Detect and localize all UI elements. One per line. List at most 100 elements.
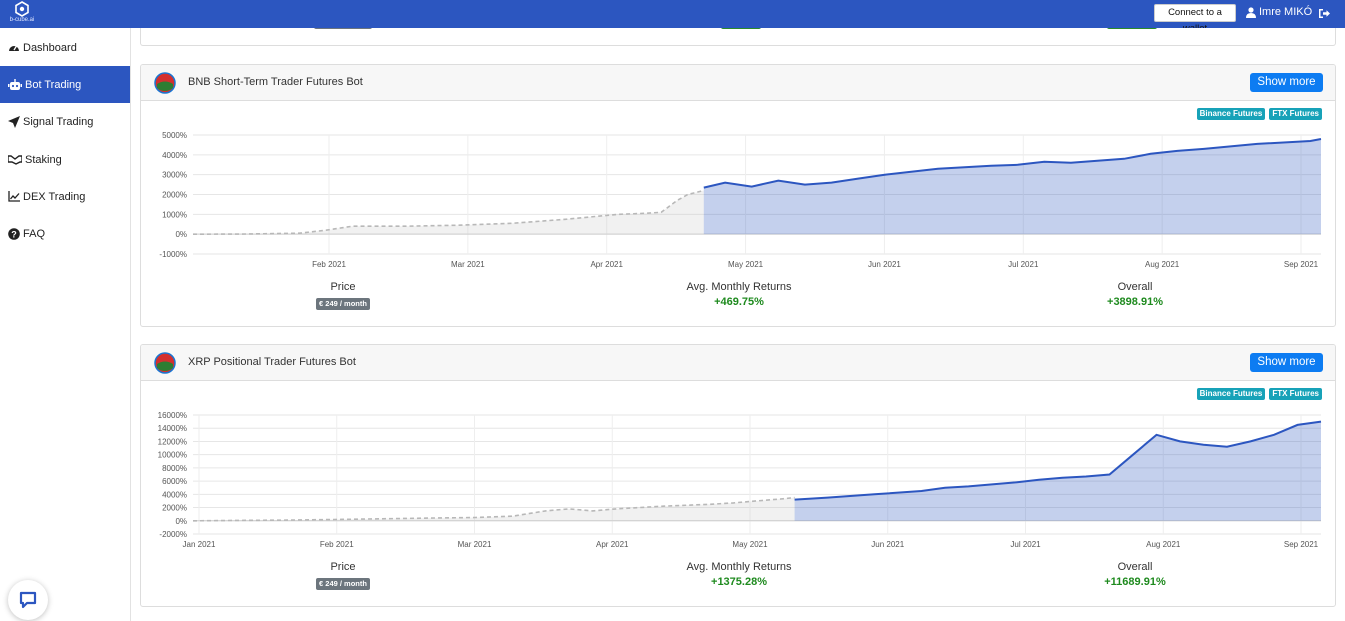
returns-label: Avg. Monthly Returns xyxy=(686,281,792,293)
sidebar-item-label: Bot Trading xyxy=(25,78,82,91)
bot-card-header: BNB Short-Term Trader Futures Bot Show m… xyxy=(141,65,1335,101)
cube-logo-icon xyxy=(15,1,29,17)
x-tick-label: Sep 2021 xyxy=(1284,540,1319,549)
bot-card: XRP Positional Trader Futures Bot Show m… xyxy=(140,344,1336,607)
y-tick-label: 0% xyxy=(175,517,187,526)
user-name: Imre MIKÓ xyxy=(1259,6,1313,18)
returns-value xyxy=(721,28,761,29)
y-tick-label: 2000% xyxy=(162,504,187,513)
show-more-button[interactable]: Show more xyxy=(1250,353,1323,372)
backtest-area xyxy=(193,497,795,521)
sidebar-item-dashboard[interactable]: Dashboard xyxy=(0,29,130,66)
paper-plane-icon xyxy=(8,115,20,128)
y-tick-label: 2000% xyxy=(162,191,187,200)
x-tick-label: Jan 2021 xyxy=(183,540,216,549)
handshake-icon xyxy=(8,155,22,165)
sidebar-item-staking[interactable]: Staking xyxy=(0,141,130,178)
robot-icon xyxy=(8,78,22,90)
sidebar: Dashboard Bot Trading Signal Trading Sta… xyxy=(0,28,131,621)
line-chart-icon xyxy=(8,191,20,202)
price-label: Price xyxy=(330,281,356,293)
y-tick-label: -1000% xyxy=(159,250,187,259)
y-tick-label: 3000% xyxy=(162,171,187,180)
sidebar-item-dex-trading[interactable]: DEX Trading xyxy=(0,178,130,215)
overall-stat: Overall +3898.91% xyxy=(1035,281,1235,308)
price-badge xyxy=(314,28,372,29)
y-tick-label: 12000% xyxy=(158,437,187,446)
bot-title: XRP Positional Trader Futures Bot xyxy=(188,356,356,368)
x-tick-label: May 2021 xyxy=(732,540,768,549)
y-tick-label: 16000% xyxy=(158,411,187,420)
sidebar-item-signal-trading[interactable]: Signal Trading xyxy=(0,103,130,140)
y-tick-label: 4000% xyxy=(162,151,187,160)
x-tick-label: Apr 2021 xyxy=(596,540,629,549)
logout-icon[interactable] xyxy=(1318,6,1330,24)
price-stat: Price € 249 / month xyxy=(243,561,443,591)
sidebar-item-label: Staking xyxy=(25,153,62,166)
overall-label: Overall xyxy=(1117,561,1153,573)
y-tick-label: 0% xyxy=(175,230,187,239)
user-menu[interactable]: Imre MIKÓ xyxy=(1246,6,1312,18)
x-tick-label: Feb 2021 xyxy=(320,540,354,549)
x-tick-label: Feb 2021 xyxy=(312,260,346,269)
svg-text:?: ? xyxy=(11,229,17,239)
y-tick-label: 4000% xyxy=(162,490,187,499)
sidebar-item-faq[interactable]: ? FAQ xyxy=(0,215,130,252)
y-tick-label: 6000% xyxy=(162,477,187,486)
tachometer-icon xyxy=(9,45,19,51)
previous-bot-card xyxy=(140,28,1336,46)
bot-card-header: XRP Positional Trader Futures Bot Show m… xyxy=(141,345,1335,381)
overall-value: +11689.91% xyxy=(1104,576,1166,588)
performance-chart: 5000% 4000% 3000% 2000% 1000% 0% -1000% Feb 202… xyxy=(159,131,1322,269)
top-navbar: b-cube.ai Connect to a wallet Imre MIKÓ xyxy=(0,0,1345,34)
sidebar-item-label: Signal Trading xyxy=(23,115,94,128)
x-tick-label: Jun 2021 xyxy=(871,540,904,549)
y-tick-label: 10000% xyxy=(158,451,187,460)
returns-label: Avg. Monthly Returns xyxy=(686,561,792,573)
bot-title: BNB Short-Term Trader Futures Bot xyxy=(188,76,363,88)
x-tick-label: Mar 2021 xyxy=(451,260,485,269)
show-more-button[interactable]: Show more xyxy=(1250,73,1323,92)
user-icon xyxy=(1246,6,1256,18)
sidebar-item-label: Dashboard xyxy=(23,41,77,54)
overall-value xyxy=(1107,28,1157,29)
returns-value: +1375.28% xyxy=(711,576,767,588)
backtest-area xyxy=(193,190,704,235)
y-tick-label: 14000% xyxy=(158,424,187,433)
price-stat: Price € 249 / month xyxy=(243,281,443,311)
price-badge: € 249 / month xyxy=(316,578,370,590)
chat-bubble-icon xyxy=(19,591,37,609)
x-tick-label: Apr 2021 xyxy=(590,260,623,269)
x-tick-label: Mar 2021 xyxy=(458,540,492,549)
overall-label: Overall xyxy=(1117,281,1153,293)
returns-value: +469.75% xyxy=(714,296,764,308)
y-tick-label: 8000% xyxy=(162,464,187,473)
brand-logo[interactable]: b-cube.ai xyxy=(6,1,38,27)
y-tick-label: 1000% xyxy=(162,210,187,219)
x-tick-label: May 2021 xyxy=(728,260,764,269)
bot-card: BNB Short-Term Trader Futures Bot Show m… xyxy=(140,64,1336,327)
bot-avatar-icon xyxy=(154,72,176,94)
x-tick-label: Aug 2021 xyxy=(1145,260,1180,269)
x-tick-label: Jun 2021 xyxy=(868,260,901,269)
brand-name: b-cube.ai xyxy=(9,17,35,23)
overall-value: +3898.91% xyxy=(1107,296,1163,308)
returns-stat: Avg. Monthly Returns +469.75% xyxy=(639,281,839,308)
bot-avatar-icon xyxy=(154,352,176,374)
returns-stat: Avg. Monthly Returns +1375.28% xyxy=(639,561,839,588)
connect-wallet-button[interactable]: Connect to a wallet xyxy=(1154,4,1236,34)
x-tick-label: Jul 2021 xyxy=(1008,260,1039,269)
price-badge: € 249 / month xyxy=(316,298,370,310)
y-tick-label: 5000% xyxy=(162,131,187,140)
performance-chart: 16000% 14000% 12000% 10000% 8000% 6000% 4000% 2… xyxy=(158,411,1322,549)
y-tick-label: -2000% xyxy=(159,530,187,539)
live-area xyxy=(794,421,1321,521)
x-tick-label: Jul 2021 xyxy=(1010,540,1041,549)
sidebar-item-label: DEX Trading xyxy=(23,190,86,203)
sidebar-item-bot-trading[interactable]: Bot Trading xyxy=(0,66,130,103)
chat-button[interactable] xyxy=(8,580,48,620)
live-area xyxy=(703,139,1321,235)
x-tick-label: Aug 2021 xyxy=(1146,540,1181,549)
x-tick-label: Sep 2021 xyxy=(1284,260,1319,269)
overall-stat: Overall +11689.91% xyxy=(1035,561,1235,588)
